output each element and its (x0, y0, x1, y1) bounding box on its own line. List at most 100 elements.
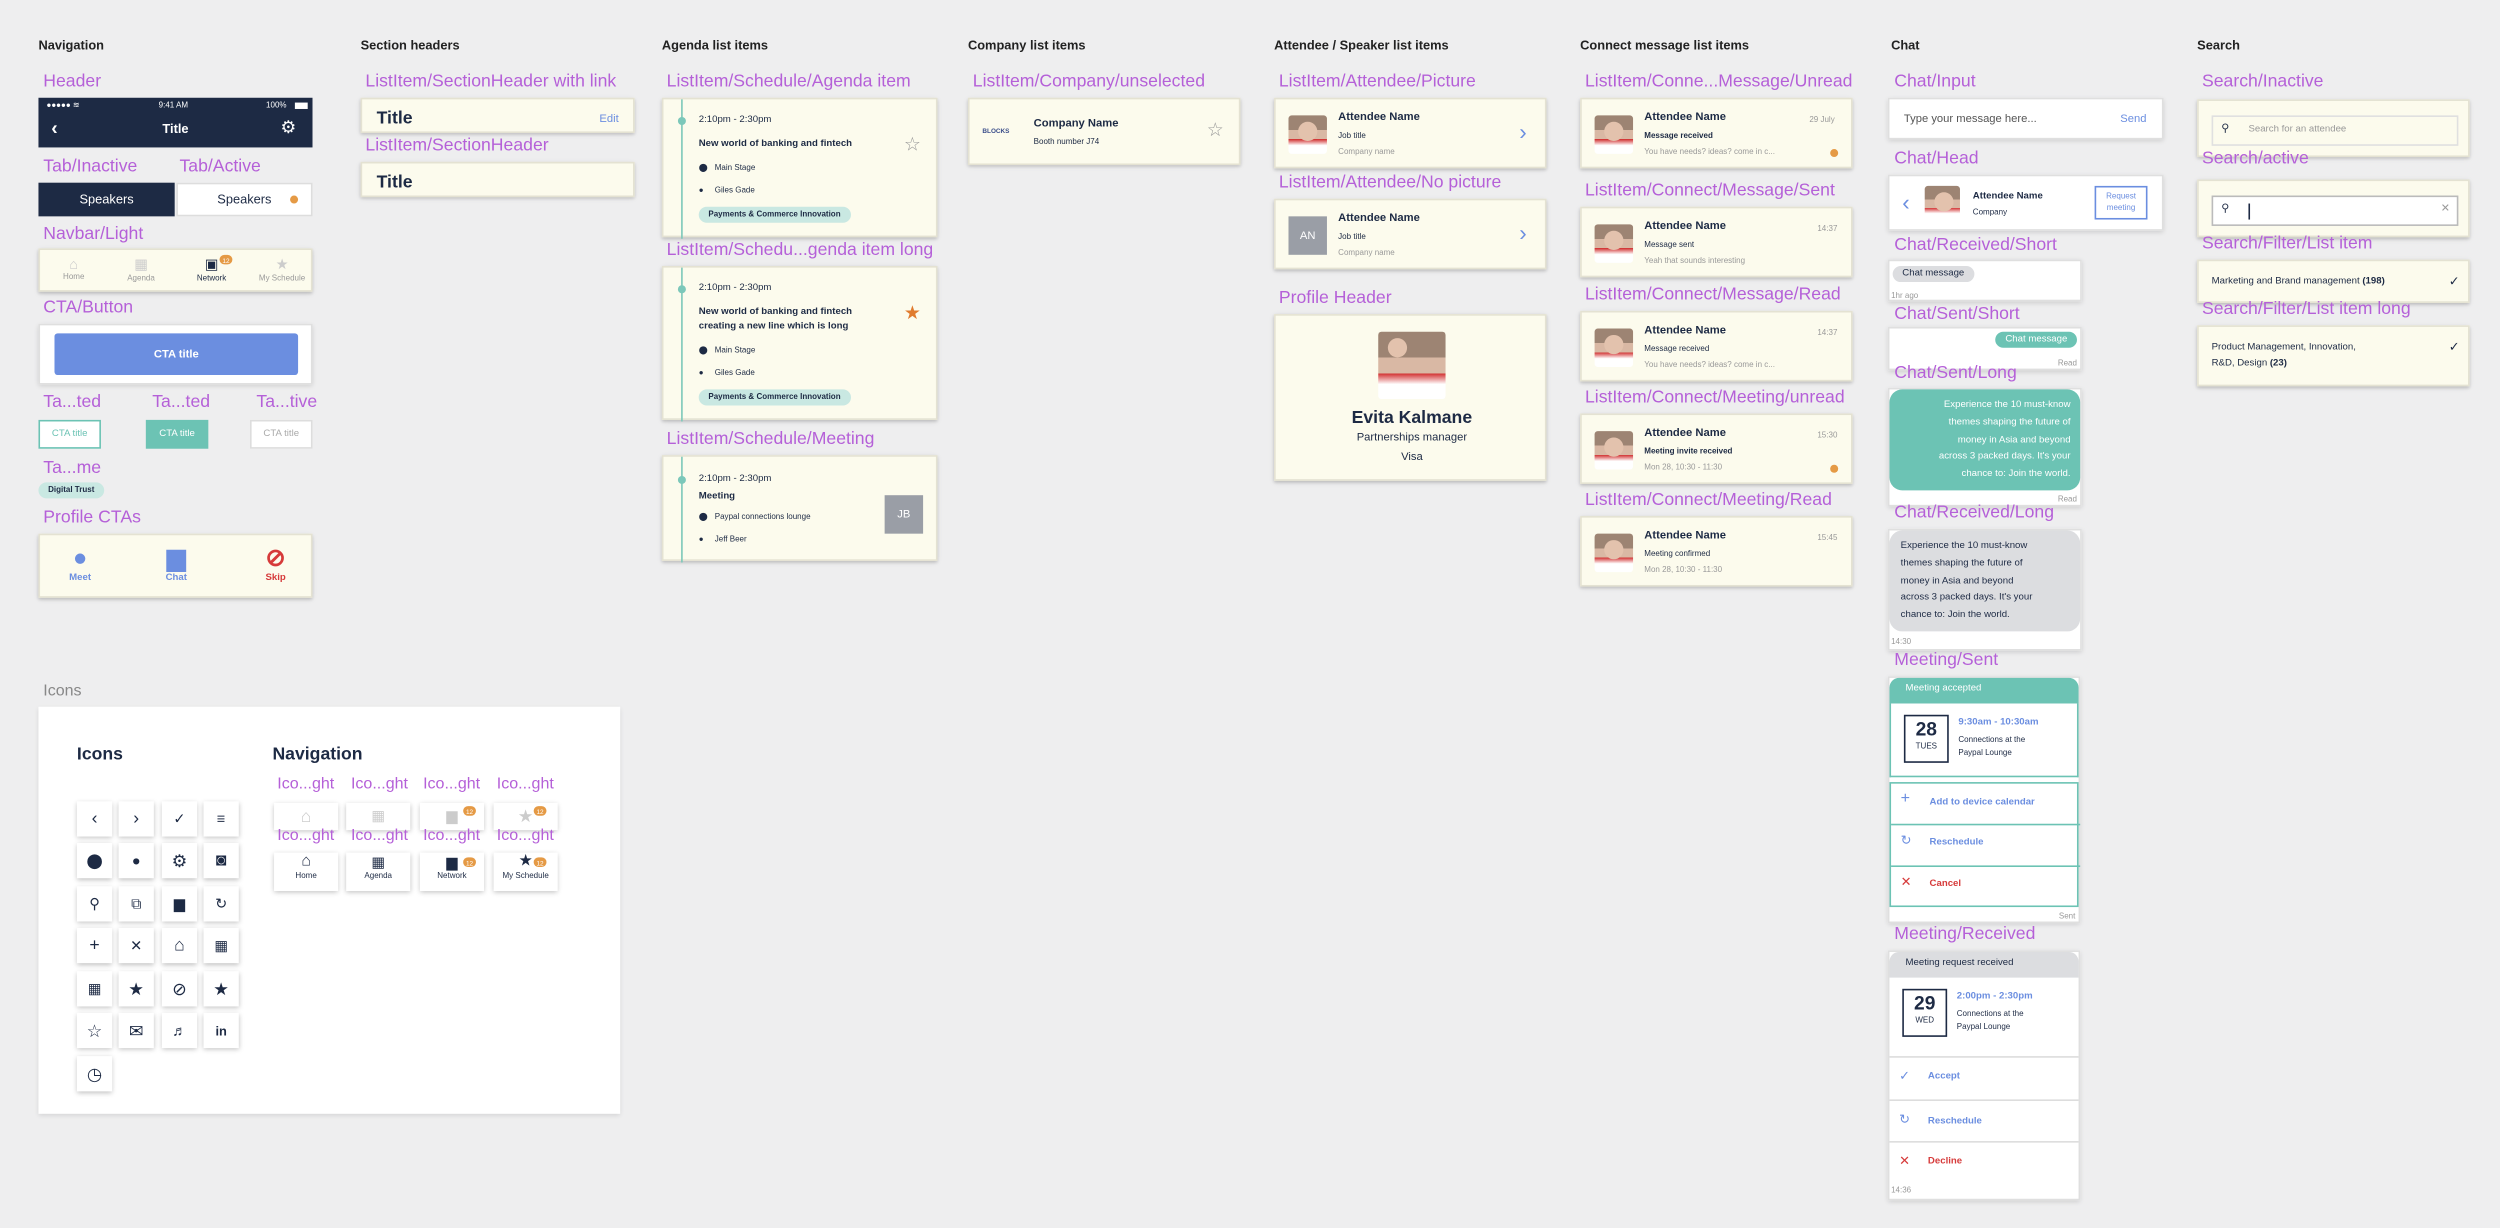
col-chat: Chat (1891, 38, 1920, 53)
section-header: Title (360, 161, 635, 198)
star-filled-icon: ★ (118, 971, 154, 1007)
icons-nav-title: Navigation (272, 745, 363, 765)
msg-line: across 3 packed days. It's your (1938, 452, 2071, 463)
chat-sent-long: Experience the 10 must-know themes shapin… (1887, 387, 2082, 507)
pin-icon: ⬤ (698, 512, 708, 523)
label-profile-header: Profile Header (1278, 288, 1392, 308)
cancel-button[interactable]: Cancel (1930, 880, 1962, 890)
plus-icon: + (76, 927, 113, 964)
agenda-item-long[interactable]: 2:10pm - 2:30pm New world of banking and… (661, 266, 938, 422)
chevron-right-icon: › (118, 801, 154, 837)
divider (1889, 1099, 2079, 1101)
nav-schedule-dark: ★ My Schedule (493, 852, 558, 892)
nav-badge: 12 (533, 806, 547, 816)
search-input-active[interactable]: ⚲ ✕ (2211, 195, 2459, 226)
label-ico7: Ico...ght (423, 826, 481, 845)
label-recv-long: Chat/Received/Long (1894, 503, 2055, 523)
agenda-person: Giles Gade (714, 185, 755, 196)
connect-line2: Mon 28, 10:30 - 11:30 (1644, 565, 1723, 576)
attendee-photo (1594, 533, 1634, 573)
nav-home-label: Home (63, 272, 85, 283)
chat-cta[interactable]: ▆ Chat (155, 545, 197, 583)
meet-cta[interactable]: ● Meet (59, 545, 101, 583)
send-button[interactable]: Send (2120, 114, 2146, 125)
meeting-actions: + Add to device calendar ↻ Reschedule ✕ Can… (1889, 782, 2081, 908)
pin-icon: ⬤ (698, 163, 708, 174)
pin-icon: ⬤ (76, 842, 113, 879)
filter-item-long[interactable]: Product Management, Innovation, R&D, Des… (2197, 325, 2470, 387)
tag-inactive[interactable]: CTA title (250, 419, 313, 449)
star-outline-icon[interactable]: ☆ (904, 133, 921, 155)
connect-item-read[interactable]: Attendee Name 14:37 Message received You… (1580, 310, 1853, 382)
request-meeting-button[interactable]: Request meeting (2094, 185, 2148, 220)
reschedule-button[interactable]: Reschedule (1928, 1117, 1982, 1127)
nav-schedule[interactable]: ★ My Schedule (253, 256, 311, 283)
label-c-meet-read: ListItem/Connect/Meeting/Read (1584, 490, 1832, 510)
reschedule-button[interactable]: Reschedule (1930, 838, 1984, 848)
meeting-banner: Meeting request received (1889, 951, 2079, 978)
label-att-nopic: ListItem/Attendee/No picture (1278, 173, 1502, 193)
meeting-item[interactable]: 2:10pm - 2:30pm Meeting ⬤ Paypal connecti… (661, 455, 938, 563)
chat-head: ‹ Attendee Name Company Request meeting (1887, 174, 2164, 231)
col-navigation: Navigation (38, 38, 105, 53)
label-tab-inactive: Tab/Inactive (43, 157, 138, 177)
label-chat-input: Chat/Input (1894, 72, 1976, 92)
label-header: Header (43, 72, 102, 92)
label-meet-recv: Meeting/Received (1894, 924, 2036, 944)
tab-inactive[interactable]: Speakers (38, 182, 175, 217)
attendee-photo (1594, 431, 1634, 470)
company-item[interactable]: BLOCKS Company Name Booth number J74 ☆ (967, 97, 1241, 166)
decline-button[interactable]: Decline (1928, 1157, 1962, 1167)
connect-line1: Message received (1644, 344, 1710, 355)
plus-icon: + (1900, 790, 1911, 808)
connect-time: 29 July (1809, 115, 1835, 126)
timeline (681, 456, 683, 563)
label-cta: CTA/Button (43, 298, 134, 318)
date-day: 28 (1915, 717, 1938, 741)
gear-icon[interactable]: ⚙ (280, 117, 296, 138)
attendee-company: Company name (1338, 147, 1395, 158)
label-ico1: Ico...ght (277, 775, 335, 794)
connect-line2: Yeah that sounds interesting (1644, 256, 1746, 267)
connect-line2: You have needs? ideas? come in c... (1644, 147, 1775, 158)
date-box: 29 WED (1902, 988, 1948, 1037)
cta-button[interactable]: CTA title (54, 333, 299, 376)
nav-badge: 12 (533, 857, 547, 868)
skip-cta[interactable]: ⊘ Skip (255, 545, 297, 583)
tag-selected[interactable]: CTA title (145, 419, 209, 449)
connect-line2: Mon 28, 10:30 - 11:30 (1644, 463, 1723, 473)
star-outline-icon[interactable]: ☆ (1207, 119, 1224, 141)
chat-input[interactable]: Type your message here... Send (1887, 97, 2164, 140)
msg-line: money in Asia and beyond (1900, 576, 2014, 586)
tag-unselected[interactable]: CTA title (38, 419, 101, 449)
chat-input-placeholder: Type your message here... (1903, 113, 2037, 126)
nav-agenda[interactable]: ▦ Agenda (117, 256, 165, 283)
accept-button[interactable]: Accept (1928, 1072, 1960, 1082)
meeting-received: Meeting request received 29 WED 2:00pm - … (1887, 950, 2081, 1201)
agenda-item[interactable]: 2:10pm - 2:30pm New world of banking and… (661, 97, 938, 239)
agenda-time: 2:10pm - 2:30pm (698, 283, 772, 294)
connect-meeting-read[interactable]: Attendee Name 15:45 Meeting confirmed Mo… (1580, 516, 1853, 587)
add-calendar-button[interactable]: Add to device calendar (1930, 798, 2035, 808)
sh-edit-link[interactable]: Edit (599, 114, 618, 125)
sent-long-bubble: Experience the 10 must-know themes shapin… (1889, 389, 2081, 491)
received-time: 1hr ago (1891, 291, 1919, 302)
clear-icon[interactable]: ✕ (2441, 202, 2450, 215)
label-agenda-long: ListItem/Schedu...genda item long (666, 240, 934, 260)
nav-home-dark: ⌂ Home (274, 852, 339, 892)
connect-meeting-unread[interactable]: Attendee Name 15:30 Meeting invite recei… (1580, 413, 1853, 484)
filter-item[interactable]: Marketing and Brand management (198) ✓ (2197, 259, 2470, 303)
chat-received-long: Experience the 10 must-know themes shapin… (1887, 528, 2082, 651)
meeting-title: Meeting (698, 491, 736, 502)
home-icon: ⌂ (161, 927, 198, 964)
connect-item-sent[interactable]: Attendee Name 14:37 Message sent Yeah th… (1580, 206, 1853, 278)
star-filled-icon[interactable]: ★ (904, 301, 921, 323)
company-logo: BLOCKS (982, 126, 1010, 135)
nav-home[interactable]: ⌂ Home (50, 256, 98, 282)
search-active: ⚲ ✕ (2197, 179, 2470, 238)
back-icon[interactable]: ‹ (1902, 189, 1909, 215)
connect-item-unread[interactable]: Attendee Name 29 July Message received Y… (1580, 97, 1853, 169)
search-input[interactable]: ⚲ Search for an attendee (2211, 115, 2459, 146)
attendee-item[interactable]: Attendee Name Job title Company name › (1274, 97, 1547, 169)
attendee-item-nopic[interactable]: AN Attendee Name Job title Company name … (1274, 198, 1547, 270)
